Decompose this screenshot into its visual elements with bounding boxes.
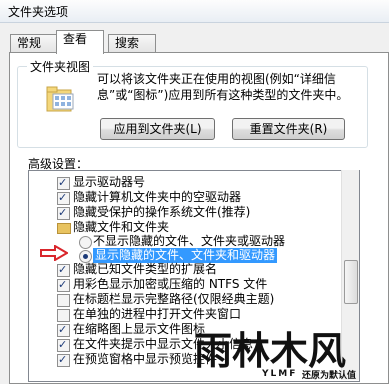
checkbox[interactable] [57,277,70,292]
red-arrow-icon [40,245,68,261]
scrollbar-thumb[interactable] [344,260,358,304]
checkbox[interactable] [57,175,70,190]
checkbox[interactable] [57,322,70,337]
checkbox[interactable] [57,337,70,352]
tab-view[interactable]: 查看 [56,30,104,54]
tab-general[interactable]: 常规 [10,34,58,53]
watermark-logo: 雨林木风 YLMF 还原为默认值 [192,326,382,381]
window-title: 文件夹选项 [8,5,69,19]
checkbox[interactable] [57,352,70,367]
tab-search[interactable]: 搜索 [108,34,156,53]
checkbox-unchecked[interactable] [57,294,70,307]
folder-views-title: 文件夹视图 [27,58,94,75]
list-item[interactable]: 隐藏计算机文件夹中的空驱动器 [29,190,359,206]
folder-icon [57,223,71,234]
checkbox[interactable] [57,262,70,277]
watermark-tail: 还原为默认值 [301,369,356,380]
list-item[interactable]: 用彩色显示加密或压缩的 NTFS 文件 [29,277,359,293]
checkbox[interactable] [57,205,70,220]
checkbox[interactable] [57,190,70,205]
reset-folders-button[interactable]: 重置文件夹(R) [232,118,345,140]
watermark-sub: YLMF [261,369,297,379]
list-item[interactable]: 在单独的进程中打开文件夹窗口 [29,307,359,323]
folder-views-description: 可以将该文件夹正在使用的视图(例如“详细信息”或“图标”)应用到所有这种类型的文… [97,72,349,102]
list-item[interactable]: 显示驱动器号 [29,175,359,191]
folder-view-icon [46,86,74,112]
list-item[interactable]: 在标题栏显示完整路径(仅限经典主题) [29,292,359,308]
watermark-main: 雨林木风 [194,329,346,373]
list-item[interactable]: 隐藏受保护的操作系统文件(推荐) [29,205,359,221]
apply-to-folders-button[interactable]: 应用到文件夹(L) [100,118,215,140]
title-bar: 文件夹选项 [0,0,389,23]
checkbox-unchecked[interactable] [57,309,70,322]
list-item[interactable]: 隐藏已知文件类型的扩展名 [29,262,359,278]
